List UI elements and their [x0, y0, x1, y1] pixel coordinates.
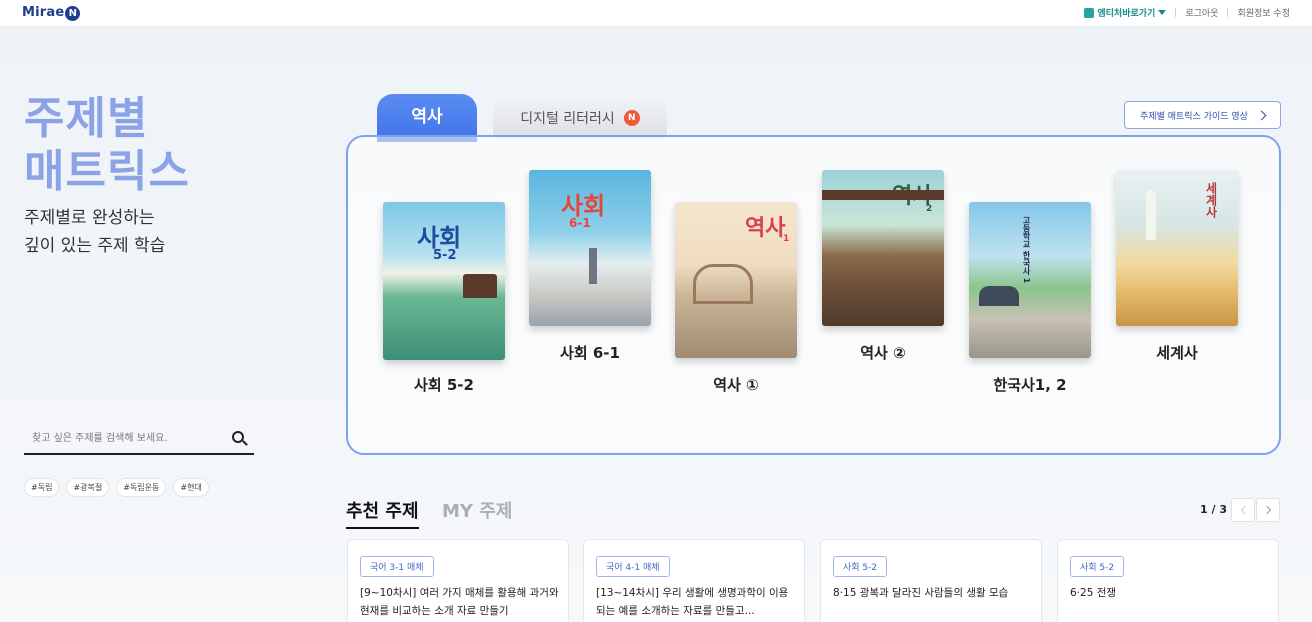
topic-title: [13~14차시] 우리 생활에 생명과학이 이용되는 예를 소개하는 자료를 …	[596, 587, 789, 617]
book-cover-title: 역사	[745, 216, 786, 241]
book-cover: 고등학교 한국사 1	[969, 202, 1091, 358]
page-indicator: 1 / 3	[1200, 503, 1227, 516]
topic-card[interactable]: 국어 4-1 매체 [13~14차시] 우리 생활에 생명과학이 이용되는 예를…	[583, 539, 805, 622]
topic-chip: 국어 4-1 매체	[596, 556, 670, 577]
page-title-line1: 주제별	[24, 93, 149, 144]
next-page-button[interactable]	[1256, 498, 1280, 522]
page-subtitle: 주제별로 완성하는 깊이 있는 주제 학습	[24, 204, 165, 260]
mteacher-label: 엠티처바로가기	[1097, 9, 1156, 19]
edit-profile-link[interactable]: 회원정보 수정	[1237, 6, 1290, 19]
book-cover: 역사 2	[822, 170, 944, 326]
new-badge: N	[623, 110, 640, 126]
book-cover: 사회 6-1	[529, 170, 651, 326]
topic-search	[24, 425, 254, 455]
search-icon[interactable]	[232, 431, 244, 443]
book-cover-number: 2	[926, 204, 933, 214]
top-bar: Mirae N 엠티처바로가기 로그아웃 회원정보 수정	[0, 0, 1312, 27]
book-cover: 사회 5-2	[383, 202, 505, 360]
book-label: 사회 5-2	[414, 376, 474, 394]
book-cover-number: 1	[783, 234, 790, 244]
guide-video-label: 주제별 매트릭스 가이드 영상	[1140, 111, 1248, 122]
book-cover-number: 6-1	[569, 216, 591, 230]
topic-chip: 사회 5-2	[1070, 556, 1125, 577]
topic-title: 6·25 전쟁	[1070, 587, 1117, 599]
topic-card[interactable]: 사회 5-2 8·15 광복과 달라진 사람들의 생활 모습	[820, 539, 1042, 622]
topic-title: 8·15 광복과 달라진 사람들의 생활 모습	[833, 587, 1009, 599]
logo-n-mark: N	[65, 6, 81, 21]
search-input[interactable]	[24, 425, 219, 451]
book-cover-art	[589, 248, 597, 284]
chevron-left-icon	[1240, 505, 1250, 515]
tab-recommended[interactable]: 추천 주제	[346, 497, 419, 529]
chevron-right-icon	[1262, 505, 1272, 515]
logo-text: Mirae	[22, 5, 65, 20]
book-cover-title: 세계사	[1204, 182, 1218, 218]
tab-my-topics[interactable]: MY 주제	[442, 497, 512, 523]
top-links: 엠티처바로가기 로그아웃 회원정보 수정	[1084, 6, 1290, 19]
logout-link[interactable]: 로그아웃	[1185, 6, 1218, 19]
book-cover-art	[822, 190, 944, 200]
mteacher-icon	[1084, 7, 1095, 18]
book-label: 세계사	[1156, 344, 1198, 362]
book-label: 역사 ②	[860, 344, 906, 362]
caret-down-icon	[1158, 10, 1167, 15]
tab-digital-literacy[interactable]: 디지털 리터러시 N	[493, 98, 667, 138]
book-label: 사회 6-1	[560, 344, 620, 362]
book-cover-art	[979, 286, 1019, 306]
hashtag-liberation-day[interactable]: #광복절	[66, 478, 110, 497]
chevron-right-icon	[1256, 110, 1267, 120]
book-cover-number: 5-2	[433, 248, 457, 263]
hashtag-modern[interactable]: #현대	[173, 478, 209, 497]
topic-chip: 사회 5-2	[833, 556, 888, 577]
book-cover-title: 고등학교 한국사 1	[1022, 216, 1031, 284]
hashtag-list: #독립 #광복절 #독립운동 #현대	[24, 478, 209, 497]
topic-title: [9~10차시] 여러 가지 매체를 활용해 과거와 현재를 비교하는 소개 자…	[360, 587, 559, 617]
mteacher-link[interactable]: 엠티처바로가기	[1084, 6, 1167, 19]
tab-digital-literacy-label: 디지털 리터러시	[520, 111, 615, 127]
topic-chip: 국어 3-1 매체	[360, 556, 434, 577]
topic-card[interactable]: 국어 3-1 매체 [9~10차시] 여러 가지 매체를 활용해 과거와 현재를…	[347, 539, 569, 622]
hashtag-independence[interactable]: #독립	[24, 478, 60, 497]
divider	[1175, 8, 1177, 17]
guide-video-button[interactable]: 주제별 매트릭스 가이드 영상	[1124, 101, 1281, 129]
page-title: 주제별 매트릭스	[24, 92, 190, 198]
page-title-line2: 매트릭스	[24, 146, 190, 197]
divider	[1227, 8, 1229, 17]
book-cover: 역사 1	[675, 202, 797, 358]
book-cover-art	[1146, 190, 1156, 240]
mirae-logo[interactable]: Mirae N	[22, 5, 81, 21]
book-cover-art	[463, 274, 497, 298]
hashtag-independence-movement[interactable]: #독립운동	[116, 478, 167, 497]
book-label: 역사 ①	[713, 376, 759, 394]
page-subtitle-line2: 깊이 있는 주제 학습	[24, 236, 166, 256]
topic-card[interactable]: 사회 5-2 6·25 전쟁	[1057, 539, 1279, 622]
book-label: 한국사1, 2	[993, 376, 1067, 394]
book-cover-art	[693, 264, 753, 304]
prev-page-button[interactable]	[1231, 498, 1255, 522]
book-cover: 세계사	[1116, 170, 1238, 326]
page-subtitle-line1: 주제별로 완성하는	[24, 208, 155, 228]
